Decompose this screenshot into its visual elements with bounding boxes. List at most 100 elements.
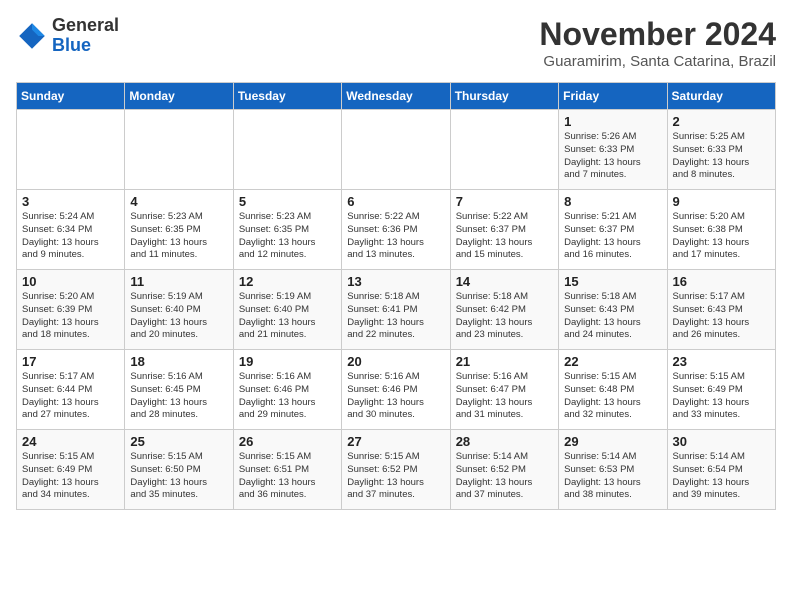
day-info: Sunrise: 5:20 AM Sunset: 6:39 PM Dayligh… <box>22 291 119 342</box>
calendar-cell: 22Sunrise: 5:15 AM Sunset: 6:48 PM Dayli… <box>559 350 667 430</box>
day-info: Sunrise: 5:14 AM Sunset: 6:52 PM Dayligh… <box>456 451 553 502</box>
day-number: 15 <box>564 274 661 289</box>
day-info: Sunrise: 5:18 AM Sunset: 6:43 PM Dayligh… <box>564 291 661 342</box>
day-of-week-header: Thursday <box>450 83 558 110</box>
day-info: Sunrise: 5:17 AM Sunset: 6:44 PM Dayligh… <box>22 371 119 422</box>
calendar-cell: 8 Sunrise: 5:21 AM Sunset: 6:37 PM Daylig… <box>559 190 667 270</box>
day-number: 3 <box>22 194 119 209</box>
day-info: Sunrise: 5:16 AM Sunset: 6:47 PM Dayligh… <box>456 371 553 422</box>
day-number: 14 <box>456 274 553 289</box>
calendar-cell: 17 Sunrise: 5:17 AM Sunset: 6:44 PM Dayli… <box>17 350 125 430</box>
calendar-cell <box>342 110 450 190</box>
days-of-week-row: SundayMondayTuesdayWednesdayThursdayFrid… <box>17 83 776 110</box>
day-of-week-header: Wednesday <box>342 83 450 110</box>
calendar-cell: 6 Sunrise: 5:22 AM Sunset: 6:36 PM Daylig… <box>342 190 450 270</box>
day-number: 25 <box>130 434 227 449</box>
calendar-cell: 13Sunrise: 5:18 AM Sunset: 6:41 PM Dayli… <box>342 270 450 350</box>
day-info: Sunrise: 5:21 AM Sunset: 6:37 PM Dayligh… <box>564 211 661 262</box>
calendar-cell: 15 Sunrise: 5:18 AM Sunset: 6:43 PM Dayli… <box>559 270 667 350</box>
day-number: 16 <box>673 274 770 289</box>
calendar-cell <box>125 110 233 190</box>
day-number: 22 <box>564 354 661 369</box>
day-info: Sunrise: 5:14 AM Sunset: 6:53 PM Dayligh… <box>564 451 661 502</box>
day-number: 19 <box>239 354 336 369</box>
day-info: Sunrise: 5:22 AM Sunset: 6:37 PM Dayligh… <box>456 211 553 262</box>
day-number: 1 <box>564 114 661 129</box>
day-info: Sunrise: 5:14 AM Sunset: 6:54 PM Dayligh… <box>673 451 770 502</box>
logo-text: General Blue <box>52 16 119 56</box>
calendar-cell: 27 Sunrise: 5:15 AM Sunset: 6:52 PM Dayli… <box>342 430 450 510</box>
day-number: 24 <box>22 434 119 449</box>
day-info: Sunrise: 5:19 AM Sunset: 6:40 PM Dayligh… <box>130 291 227 342</box>
day-of-week-header: Monday <box>125 83 233 110</box>
day-info: Sunrise: 5:26 AM Sunset: 6:33 PM Dayligh… <box>564 131 661 182</box>
day-info: Sunrise: 5:20 AM Sunset: 6:38 PM Dayligh… <box>673 211 770 262</box>
day-number: 17 <box>22 354 119 369</box>
calendar-cell: 9 Sunrise: 5:20 AM Sunset: 6:38 PM Daylig… <box>667 190 775 270</box>
day-number: 21 <box>456 354 553 369</box>
calendar-cell <box>17 110 125 190</box>
day-info: Sunrise: 5:22 AM Sunset: 6:36 PM Dayligh… <box>347 211 444 262</box>
calendar-cell: 16Sunrise: 5:17 AM Sunset: 6:43 PM Dayli… <box>667 270 775 350</box>
day-number: 30 <box>673 434 770 449</box>
calendar-cell: 14 Sunrise: 5:18 AM Sunset: 6:42 PM Dayli… <box>450 270 558 350</box>
day-info: Sunrise: 5:15 AM Sunset: 6:51 PM Dayligh… <box>239 451 336 502</box>
day-number: 10 <box>22 274 119 289</box>
day-number: 8 <box>564 194 661 209</box>
calendar-week-row: 3Sunrise: 5:24 AM Sunset: 6:34 PM Daylig… <box>17 190 776 270</box>
calendar-cell: 1 Sunrise: 5:26 AM Sunset: 6:33 PM Daylig… <box>559 110 667 190</box>
logo-blue: Blue <box>52 35 91 55</box>
location: Guaramirim, Santa Catarina, Brazil <box>539 53 776 70</box>
calendar-cell: 21 Sunrise: 5:16 AM Sunset: 6:47 PM Dayli… <box>450 350 558 430</box>
day-info: Sunrise: 5:18 AM Sunset: 6:42 PM Dayligh… <box>456 291 553 342</box>
day-number: 2 <box>673 114 770 129</box>
calendar-week-row: 10 Sunrise: 5:20 AM Sunset: 6:39 PM Dayli… <box>17 270 776 350</box>
day-of-week-header: Sunday <box>17 83 125 110</box>
calendar-cell: 5Sunrise: 5:23 AM Sunset: 6:35 PM Daylig… <box>233 190 341 270</box>
calendar-cell: 3Sunrise: 5:24 AM Sunset: 6:34 PM Daylig… <box>17 190 125 270</box>
calendar-week-row: 17 Sunrise: 5:17 AM Sunset: 6:44 PM Dayli… <box>17 350 776 430</box>
calendar-cell: 19 Sunrise: 5:16 AM Sunset: 6:46 PM Dayli… <box>233 350 341 430</box>
day-number: 5 <box>239 194 336 209</box>
logo-general: General <box>52 15 119 35</box>
day-number: 4 <box>130 194 227 209</box>
calendar-cell <box>233 110 341 190</box>
day-info: Sunrise: 5:15 AM Sunset: 6:52 PM Dayligh… <box>347 451 444 502</box>
calendar-cell: 20 Sunrise: 5:16 AM Sunset: 6:46 PM Dayli… <box>342 350 450 430</box>
calendar-cell: 23Sunrise: 5:15 AM Sunset: 6:49 PM Dayli… <box>667 350 775 430</box>
day-number: 12 <box>239 274 336 289</box>
day-of-week-header: Saturday <box>667 83 775 110</box>
day-info: Sunrise: 5:16 AM Sunset: 6:46 PM Dayligh… <box>347 371 444 422</box>
day-number: 28 <box>456 434 553 449</box>
calendar-cell: 29 Sunrise: 5:14 AM Sunset: 6:53 PM Dayli… <box>559 430 667 510</box>
day-number: 7 <box>456 194 553 209</box>
day-number: 29 <box>564 434 661 449</box>
calendar-cell: 30 Sunrise: 5:14 AM Sunset: 6:54 PM Dayli… <box>667 430 775 510</box>
calendar-cell: 12 Sunrise: 5:19 AM Sunset: 6:40 PM Dayli… <box>233 270 341 350</box>
calendar-cell: 26Sunrise: 5:15 AM Sunset: 6:51 PM Dayli… <box>233 430 341 510</box>
calendar-cell: 11Sunrise: 5:19 AM Sunset: 6:40 PM Dayli… <box>125 270 233 350</box>
day-info: Sunrise: 5:16 AM Sunset: 6:45 PM Dayligh… <box>130 371 227 422</box>
day-info: Sunrise: 5:25 AM Sunset: 6:33 PM Dayligh… <box>673 131 770 182</box>
day-info: Sunrise: 5:15 AM Sunset: 6:49 PM Dayligh… <box>673 371 770 422</box>
day-info: Sunrise: 5:19 AM Sunset: 6:40 PM Dayligh… <box>239 291 336 342</box>
month-title: November 2024 <box>539 16 776 53</box>
day-of-week-header: Friday <box>559 83 667 110</box>
calendar-table: SundayMondayTuesdayWednesdayThursdayFrid… <box>16 82 776 510</box>
day-info: Sunrise: 5:16 AM Sunset: 6:46 PM Dayligh… <box>239 371 336 422</box>
calendar-body: 1 Sunrise: 5:26 AM Sunset: 6:33 PM Daylig… <box>17 110 776 510</box>
day-number: 27 <box>347 434 444 449</box>
day-number: 20 <box>347 354 444 369</box>
calendar-cell: 7 Sunrise: 5:22 AM Sunset: 6:37 PM Daylig… <box>450 190 558 270</box>
calendar-cell: 24 Sunrise: 5:15 AM Sunset: 6:49 PM Dayli… <box>17 430 125 510</box>
calendar-week-row: 1 Sunrise: 5:26 AM Sunset: 6:33 PM Daylig… <box>17 110 776 190</box>
logo: General Blue <box>16 16 119 56</box>
day-number: 6 <box>347 194 444 209</box>
logo-icon <box>16 20 48 52</box>
day-number: 13 <box>347 274 444 289</box>
day-info: Sunrise: 5:15 AM Sunset: 6:50 PM Dayligh… <box>130 451 227 502</box>
calendar-cell <box>450 110 558 190</box>
day-info: Sunrise: 5:15 AM Sunset: 6:49 PM Dayligh… <box>22 451 119 502</box>
day-number: 9 <box>673 194 770 209</box>
calendar-cell: 18Sunrise: 5:16 AM Sunset: 6:45 PM Dayli… <box>125 350 233 430</box>
